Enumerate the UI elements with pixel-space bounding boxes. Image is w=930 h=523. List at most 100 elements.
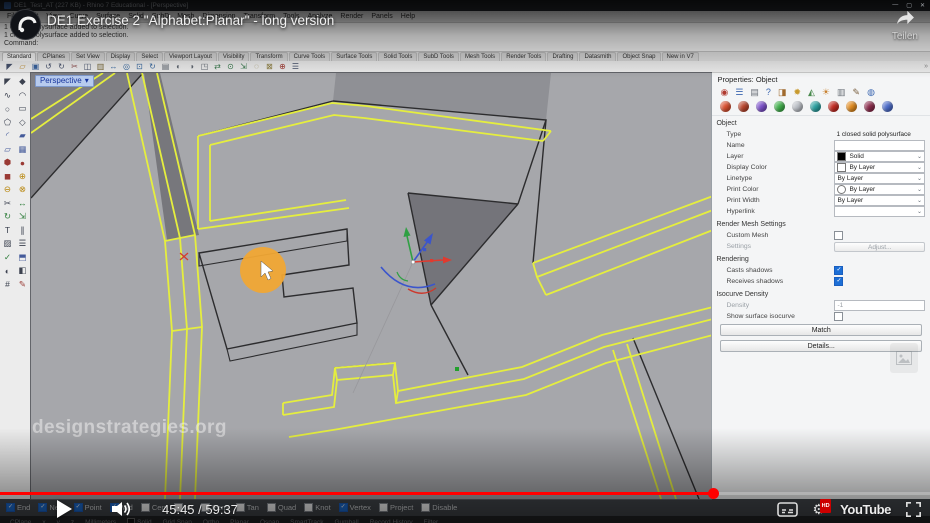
toolbar-tab[interactable]: Object Snap bbox=[617, 52, 661, 61]
tool-icon[interactable]: ↔ bbox=[15, 197, 30, 211]
tool-icon[interactable]: ⊖ bbox=[0, 183, 15, 197]
tool-icon[interactable]: ◜ bbox=[0, 129, 15, 143]
viewport[interactable]: Perspective ▾ designstrategies.org bbox=[29, 72, 713, 500]
toolbar-icon[interactable]: ↻ bbox=[56, 62, 67, 72]
tool-icon[interactable]: ⇲ bbox=[15, 210, 30, 224]
toolbar-icon[interactable]: ◐ bbox=[173, 62, 184, 72]
gumball-origin[interactable] bbox=[411, 260, 415, 265]
custom-mesh-checkbox[interactable] bbox=[834, 231, 844, 240]
panel-tab-icon[interactable]: ◨ bbox=[778, 87, 787, 98]
adjust-button[interactable]: Adjust... bbox=[834, 241, 925, 252]
tool-icon[interactable]: ▨ bbox=[0, 237, 15, 251]
close-icon[interactable]: ✕ bbox=[920, 2, 925, 9]
tool-icon[interactable]: ▦ bbox=[15, 143, 30, 157]
object-type-icon[interactable] bbox=[792, 101, 804, 112]
gumball-y-axis[interactable] bbox=[406, 235, 414, 263]
property-value-control[interactable]: ⌄ bbox=[834, 140, 925, 151]
toolbar-tab[interactable]: Drafting bbox=[547, 52, 579, 61]
toolbar-overflow-icon[interactable]: » bbox=[924, 63, 928, 70]
panel-tab-icon[interactable]: ◭ bbox=[808, 87, 815, 98]
chevron-down-icon[interactable]: ⌄ bbox=[915, 164, 924, 171]
tool-icon[interactable]: ▭ bbox=[15, 102, 30, 116]
chevron-down-icon[interactable]: ⌄ bbox=[915, 175, 924, 182]
menu-item[interactable]: Panels bbox=[367, 13, 396, 20]
toolbar-icon[interactable]: ⇲ bbox=[238, 62, 249, 72]
object-type-icon[interactable] bbox=[810, 101, 822, 112]
tool-icon[interactable]: ⊕ bbox=[15, 170, 30, 184]
toolbar-tab[interactable]: Mesh Tools bbox=[459, 52, 501, 61]
share-button[interactable]: Teilen bbox=[892, 8, 918, 42]
panel-tab-icon[interactable]: ✎ bbox=[853, 87, 861, 98]
receives-shadows-checkbox[interactable] bbox=[834, 277, 844, 286]
tool-icon[interactable]: ○ bbox=[0, 102, 15, 116]
subtitles-button[interactable] bbox=[776, 501, 798, 517]
toolbar-icon[interactable]: ◳ bbox=[199, 62, 210, 72]
property-value-control[interactable]: By Layer ⌄ bbox=[834, 162, 925, 173]
play-button[interactable] bbox=[57, 500, 72, 518]
toolbar-icon[interactable]: ↺ bbox=[43, 62, 54, 72]
toolbar-tab[interactable]: SubD Tools bbox=[418, 52, 459, 61]
property-value-control[interactable]: By Layer ⌄ bbox=[834, 195, 925, 206]
casts-shadows-checkbox[interactable] bbox=[834, 266, 844, 275]
toolbar-icon[interactable]: ⇄ bbox=[212, 62, 223, 72]
toolbar-icon[interactable]: ↔ bbox=[108, 62, 119, 72]
toolbar-tab[interactable]: Datasmith bbox=[579, 52, 617, 61]
toolbar-tab[interactable]: Solid Tools bbox=[378, 52, 418, 61]
object-type-icon[interactable] bbox=[720, 101, 732, 112]
toolbar-tab[interactable]: Select bbox=[136, 52, 163, 61]
toolbar-icon[interactable]: ⊠ bbox=[264, 62, 275, 72]
property-value-control[interactable]: ⌄ bbox=[834, 206, 925, 217]
panel-tab-icon[interactable]: ☰ bbox=[735, 87, 743, 98]
toolbar-tab[interactable]: Set View bbox=[71, 52, 105, 61]
match-button[interactable]: Match bbox=[720, 324, 922, 336]
tool-icon[interactable]: ● bbox=[15, 156, 30, 170]
tool-icon[interactable]: ◠ bbox=[15, 89, 30, 103]
object-type-icon[interactable] bbox=[774, 101, 786, 112]
tool-icon[interactable]: ◇ bbox=[15, 116, 30, 130]
show-isocurve-checkbox[interactable] bbox=[834, 312, 844, 321]
toolbar-tab[interactable]: Transform bbox=[250, 52, 288, 61]
toolbar-tab[interactable]: Surface Tools bbox=[331, 52, 378, 61]
fullscreen-button[interactable] bbox=[906, 501, 921, 517]
tool-icon[interactable]: ∿ bbox=[0, 89, 15, 103]
toolbar-tab[interactable]: New in V7 bbox=[661, 52, 699, 61]
toolbar-icon[interactable]: ◤ bbox=[4, 62, 15, 72]
gumball-x-handle[interactable] bbox=[429, 259, 434, 263]
channel-avatar[interactable] bbox=[10, 9, 41, 40]
control-point[interactable] bbox=[454, 367, 459, 371]
toolbar-icon[interactable]: ▥ bbox=[95, 62, 106, 72]
panel-tab-icon[interactable]: ▥ bbox=[837, 87, 846, 98]
video-title[interactable]: DE1 Exercise 2 "Alphabet:Planar" - long … bbox=[47, 13, 334, 28]
toolbar-icon[interactable]: ▤ bbox=[160, 62, 171, 72]
toolbar-icon[interactable]: ◌ bbox=[251, 62, 262, 72]
toolbar-icon[interactable]: ◑ bbox=[186, 62, 197, 72]
panel-tab-icon[interactable]: ▤ bbox=[750, 87, 759, 98]
toolbar-tab[interactable]: Curve Tools bbox=[288, 52, 331, 61]
tool-icon[interactable]: ◧ bbox=[15, 264, 30, 278]
toolbar-icon[interactable]: ◎ bbox=[121, 62, 132, 72]
property-value-control[interactable]: 1 closed solid polysurface ⌄ bbox=[834, 131, 925, 138]
density-value[interactable]: -1 bbox=[835, 302, 924, 309]
object-type-icon[interactable] bbox=[846, 101, 858, 112]
toolbar-icon[interactable]: ✂ bbox=[69, 62, 80, 72]
toolbar-tab[interactable]: Visibility bbox=[217, 52, 250, 61]
tool-icon[interactable]: ✎ bbox=[15, 278, 30, 292]
youtube-logo[interactable]: YouTube bbox=[840, 502, 891, 517]
toolbar-tab[interactable]: Display bbox=[105, 52, 136, 61]
toolbar-icon[interactable]: ⊕ bbox=[277, 62, 288, 72]
tool-icon[interactable]: ▱ bbox=[0, 143, 15, 157]
tool-icon[interactable]: ⬢ bbox=[0, 156, 15, 170]
object-type-icon[interactable] bbox=[756, 101, 768, 112]
tool-icon[interactable]: T bbox=[0, 224, 15, 238]
tool-icon[interactable]: ✂ bbox=[0, 197, 15, 211]
tool-icon[interactable]: ◤ bbox=[0, 75, 15, 89]
panel-tab-icon[interactable]: ? bbox=[766, 87, 771, 98]
tool-icon[interactable]: # bbox=[0, 278, 15, 292]
toolbar-icon[interactable]: ▱ bbox=[17, 62, 28, 72]
chevron-down-icon[interactable]: ⌄ bbox=[915, 186, 924, 193]
tool-icon[interactable]: ⬠ bbox=[0, 116, 15, 130]
gumball-y-arrowhead[interactable] bbox=[403, 227, 411, 237]
tool-icon[interactable]: ↻ bbox=[0, 210, 15, 224]
settings-gear-icon[interactable]: ⚙ HD bbox=[813, 499, 832, 516]
tool-icon[interactable]: ◐ bbox=[0, 264, 15, 278]
